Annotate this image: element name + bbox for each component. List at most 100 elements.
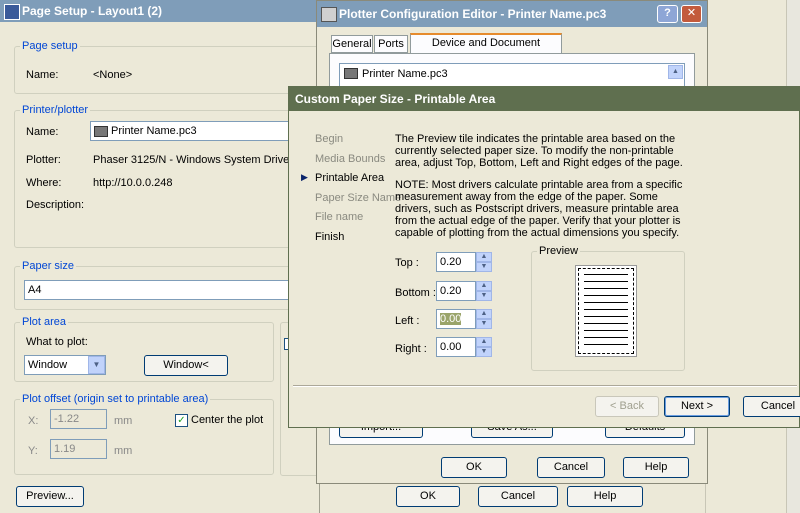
preview-group-label: Preview bbox=[537, 245, 581, 257]
spin-up-icon[interactable]: ▲ bbox=[476, 309, 492, 319]
page-setup-group-label: Page setup bbox=[20, 40, 80, 52]
paper-preview bbox=[575, 265, 637, 357]
plot-area-group-label: Plot area bbox=[20, 316, 69, 328]
spin-down-icon[interactable]: ▼ bbox=[476, 291, 492, 301]
spin-up-icon[interactable]: ▲ bbox=[476, 252, 492, 262]
right-margin-input[interactable]: 0.00 bbox=[436, 337, 476, 357]
spin-down-icon[interactable]: ▼ bbox=[476, 319, 492, 329]
step-begin: Begin bbox=[315, 133, 344, 145]
spin-down-icon[interactable]: ▼ bbox=[476, 347, 492, 357]
right-margin-value: 0.00 bbox=[440, 341, 462, 353]
custom-paper-titlebar[interactable]: Custom Paper Size - Printable Area bbox=[289, 87, 799, 111]
where-value: http://10.0.0.248 bbox=[93, 177, 173, 189]
app-icon bbox=[4, 4, 20, 20]
back-button[interactable]: < Back bbox=[595, 396, 659, 417]
plotter-value: Phaser 3125/N - Windows System Driver - … bbox=[93, 154, 290, 166]
tree-printer-icon bbox=[344, 68, 358, 79]
y-offset-value: 1.19 bbox=[54, 443, 76, 455]
left-margin-spinner[interactable]: ▲ ▼ bbox=[476, 309, 492, 329]
plotter-label: Plotter: bbox=[26, 154, 61, 166]
paper-size-select[interactable]: A4 bbox=[24, 280, 302, 300]
y-offset-unit: mm bbox=[114, 445, 133, 457]
x-offset-label: X: bbox=[28, 415, 39, 427]
tab-general-label: General bbox=[332, 38, 372, 50]
close-icon[interactable]: ✕ bbox=[681, 5, 702, 23]
page-setup-help-button[interactable]: Help bbox=[567, 486, 643, 507]
right-margin-label: Right : bbox=[395, 343, 427, 355]
printer-name-value: Printer Name.pc3 bbox=[111, 125, 197, 137]
spin-up-icon[interactable]: ▲ bbox=[476, 337, 492, 347]
paper-size-group-label: Paper size bbox=[20, 260, 76, 272]
tab-ports-label: Ports bbox=[378, 38, 404, 50]
bottom-margin-value: 0.20 bbox=[440, 285, 462, 297]
page-setup-name-label: Name: bbox=[26, 69, 59, 81]
left-margin-value: 0.00 bbox=[440, 313, 462, 325]
center-plot-label: Center the plot bbox=[191, 414, 264, 426]
preview-lines bbox=[584, 274, 628, 346]
y-offset-input[interactable]: 1.19 bbox=[50, 439, 107, 459]
page-setup-cancel-button[interactable]: Cancel bbox=[478, 486, 558, 507]
step-printable-area: Printable Area bbox=[315, 172, 385, 184]
spin-up-icon[interactable]: ▲ bbox=[476, 281, 492, 291]
step-media-bounds: Media Bounds bbox=[315, 153, 386, 165]
wizard-divider bbox=[293, 385, 797, 387]
top-margin-value: 0.20 bbox=[440, 256, 462, 268]
custom-paper-title: Custom Paper Size - Printable Area bbox=[295, 92, 496, 106]
help-icon[interactable]: ? bbox=[657, 5, 678, 23]
plot-offset-group-label: Plot offset (origin set to printable are… bbox=[20, 393, 211, 405]
next-button[interactable]: Next > bbox=[664, 396, 730, 417]
settings-tree[interactable]: Printer Name.pc3 bbox=[339, 63, 685, 87]
window-pick-button[interactable]: Window< bbox=[144, 355, 228, 376]
paper-size-value: A4 bbox=[28, 284, 42, 296]
x-offset-value: -1.22 bbox=[54, 413, 80, 425]
page-setup-group bbox=[14, 46, 320, 94]
spin-down-icon[interactable]: ▼ bbox=[476, 262, 492, 272]
left-margin-input[interactable]: 0.00 bbox=[436, 309, 476, 329]
bottom-margin-label: Bottom : bbox=[395, 287, 436, 299]
page-setup-name-value: <None> bbox=[93, 69, 133, 81]
printer-name-label: Name: bbox=[26, 126, 59, 138]
top-margin-label: Top : bbox=[395, 257, 419, 269]
page-setup-ok-button[interactable]: OK bbox=[396, 486, 460, 507]
bottom-margin-input[interactable]: 0.20 bbox=[436, 281, 476, 301]
step-paper-size-name: Paper Size Name bbox=[315, 192, 402, 204]
page-setup-titlebar[interactable]: Page Setup - Layout1 (2) bbox=[0, 0, 319, 22]
description-label: Description: bbox=[26, 199, 85, 211]
tab-device-document-settings[interactable]: Device and Document Settings bbox=[410, 33, 562, 65]
step-finish: Finish bbox=[315, 231, 345, 243]
left-margin-label: Left : bbox=[395, 315, 420, 327]
printer-name-select[interactable]: Printer Name.pc3 bbox=[90, 121, 302, 141]
x-offset-unit: mm bbox=[114, 415, 133, 427]
intro-text: The Preview tile indicates the printable… bbox=[395, 133, 683, 169]
plotter-config-title: Plotter Configuration Editor - Printer N… bbox=[339, 7, 607, 21]
top-margin-input[interactable]: 0.20 bbox=[436, 252, 476, 272]
printer-icon bbox=[94, 125, 108, 137]
right-margin-spinner[interactable]: ▲ ▼ bbox=[476, 337, 492, 357]
top-margin-spinner[interactable]: ▲ ▼ bbox=[476, 252, 492, 272]
printer-group-label: Printer/plotter bbox=[20, 104, 91, 116]
plotter-config-titlebar[interactable]: Plotter Configuration Editor - Printer N… bbox=[317, 1, 707, 27]
wizard-cancel-button[interactable]: Cancel bbox=[743, 396, 800, 417]
plotter-app-icon bbox=[321, 7, 337, 22]
page-setup-title: Page Setup - Layout1 (2) bbox=[22, 4, 163, 18]
tree-scroll-up-icon[interactable]: ▲ bbox=[668, 65, 683, 79]
preview-button[interactable]: Preview... bbox=[16, 486, 84, 507]
center-plot-checkbox[interactable]: ✓ bbox=[175, 414, 188, 427]
what-to-plot-label: What to plot: bbox=[26, 336, 88, 348]
where-label: Where: bbox=[26, 177, 62, 189]
y-offset-label: Y: bbox=[28, 445, 38, 457]
note-text: NOTE: Most drivers calculate printable a… bbox=[395, 179, 683, 239]
tab-ports[interactable]: Ports bbox=[374, 35, 408, 53]
plotter-ok-button[interactable]: OK bbox=[441, 457, 507, 478]
plotter-cancel-button[interactable]: Cancel bbox=[537, 457, 605, 478]
current-step-arrow-icon: ▶ bbox=[301, 172, 308, 182]
page-setup-window: Page Setup - Layout1 (2) Page setup Name… bbox=[0, 0, 320, 513]
plotter-help-button[interactable]: Help bbox=[623, 457, 689, 478]
x-offset-input[interactable]: -1.22 bbox=[50, 409, 107, 429]
tab-general[interactable]: General bbox=[331, 35, 373, 53]
custom-paper-window: Custom Paper Size - Printable Area Begin… bbox=[288, 86, 800, 428]
tree-item-label: Printer Name.pc3 bbox=[362, 68, 448, 80]
what-to-plot-value: Window bbox=[28, 359, 68, 371]
bottom-margin-spinner[interactable]: ▲ ▼ bbox=[476, 281, 492, 301]
dropdown-arrow-icon[interactable]: ▼ bbox=[88, 356, 105, 374]
